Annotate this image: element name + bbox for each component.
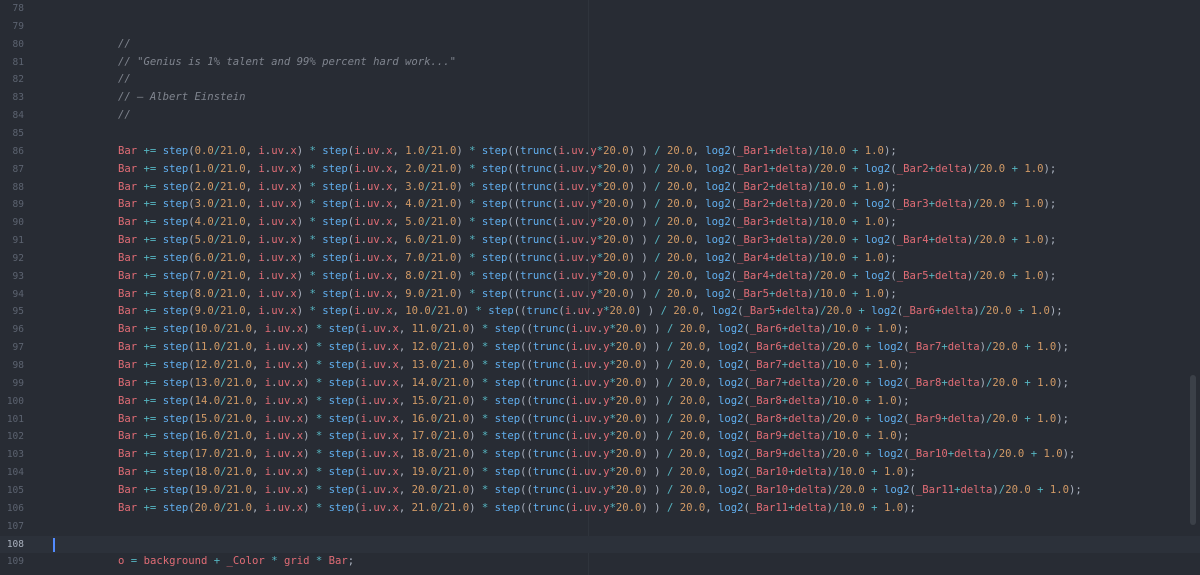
code-text: Bar += step(2.0/21.0, i.uv.x) * step(i.u… xyxy=(118,180,897,193)
code-text: Bar += step(16.0/21.0, i.uv.x) * step(i.… xyxy=(118,430,910,443)
code-line[interactable]: 98 Bar += step(12.0/21.0, i.uv.x) * step(… xyxy=(0,357,1200,375)
code-line[interactable]: 83 // — Albert Einstein xyxy=(0,89,1200,107)
line-number: 88 xyxy=(12,181,24,193)
code-line[interactable]: 95 Bar += step(9.0/21.0, i.uv.x) * step(i… xyxy=(0,303,1200,321)
code-text: Bar += step(13.0/21.0, i.uv.x) * step(i.… xyxy=(118,376,1069,389)
code-line[interactable]: 103 Bar += step(17.0/21.0, i.uv.x) * step… xyxy=(0,446,1200,464)
line-number: 80 xyxy=(12,38,24,50)
code-line[interactable]: 86 Bar += step(0.0/21.0, i.uv.x) * step(i… xyxy=(0,143,1200,161)
line-number: 100 xyxy=(6,395,24,407)
line-number: 91 xyxy=(12,235,24,247)
code-line[interactable]: 91 Bar += step(5.0/21.0, i.uv.x) * step(i… xyxy=(0,232,1200,250)
code-line[interactable]: 78 xyxy=(0,0,1200,18)
code-line[interactable]: 106 Bar += step(20.0/21.0, i.uv.x) * step… xyxy=(0,500,1200,518)
code-text: Bar += step(8.0/21.0, i.uv.x) * step(i.u… xyxy=(118,287,897,300)
line-number: 97 xyxy=(12,342,24,354)
code-line[interactable]: 101 Bar += step(15.0/21.0, i.uv.x) * step… xyxy=(0,411,1200,429)
line-number: 96 xyxy=(12,324,24,336)
line-number: 108 xyxy=(6,538,24,550)
code-text: Bar += step(1.0/21.0, i.uv.x) * step(i.u… xyxy=(118,162,1057,175)
line-number: 90 xyxy=(12,217,24,229)
code-line[interactable]: 94 Bar += step(8.0/21.0, i.uv.x) * step(i… xyxy=(0,286,1200,304)
line-number: 106 xyxy=(6,502,24,514)
line-number: 103 xyxy=(6,449,24,461)
code-text: Bar += step(0.0/21.0, i.uv.x) * step(i.u… xyxy=(118,144,897,157)
line-number: 84 xyxy=(12,110,24,122)
code-line[interactable]: 99 Bar += step(13.0/21.0, i.uv.x) * step(… xyxy=(0,375,1200,393)
line-number: 85 xyxy=(12,127,24,139)
code-text: Bar += step(9.0/21.0, i.uv.x) * step(i.u… xyxy=(118,305,1063,318)
text-cursor xyxy=(53,537,55,552)
code-line[interactable]: 79 xyxy=(0,18,1200,36)
code-text: Bar += step(15.0/21.0, i.uv.x) * step(i.… xyxy=(118,412,1069,425)
code-text: Bar += step(17.0/21.0, i.uv.x) * step(i.… xyxy=(118,448,1076,461)
line-number: 101 xyxy=(6,413,24,425)
line-number: 87 xyxy=(12,163,24,175)
code-text: Bar += step(5.0/21.0, i.uv.x) * step(i.u… xyxy=(118,234,1057,247)
code-text: Bar += step(4.0/21.0, i.uv.x) * step(i.u… xyxy=(118,216,897,229)
line-number: 79 xyxy=(12,20,24,32)
line-number: 107 xyxy=(6,520,24,532)
line-number: 102 xyxy=(6,431,24,443)
code-text: Bar += step(19.0/21.0, i.uv.x) * step(i.… xyxy=(118,483,1082,496)
code-editor[interactable]: 78 79 80 // 81 // "Genius is 1% talent and 99… xyxy=(0,0,1200,575)
line-number: 83 xyxy=(12,92,24,104)
line-number: 94 xyxy=(12,288,24,300)
line-number: 81 xyxy=(12,56,24,68)
code-line[interactable]: 92 Bar += step(6.0/21.0, i.uv.x) * step(i… xyxy=(0,250,1200,268)
line-number: 104 xyxy=(6,467,24,479)
code-text: // xyxy=(118,109,131,122)
line-number: 93 xyxy=(12,270,24,282)
code-text: Bar += step(11.0/21.0, i.uv.x) * step(i.… xyxy=(118,341,1069,354)
code-text: Bar += step(20.0/21.0, i.uv.x) * step(i.… xyxy=(118,501,916,514)
code-text: Bar += step(14.0/21.0, i.uv.x) * step(i.… xyxy=(118,394,910,407)
line-number: 105 xyxy=(6,484,24,496)
code-text: Bar += step(10.0/21.0, i.uv.x) * step(i.… xyxy=(118,323,910,336)
code-text: // — Albert Einstein xyxy=(118,91,246,104)
code-line[interactable]: 104 Bar += step(18.0/21.0, i.uv.x) * step… xyxy=(0,464,1200,482)
code-text: Bar += step(7.0/21.0, i.uv.x) * step(i.u… xyxy=(118,269,1057,282)
line-number: 78 xyxy=(12,3,24,14)
code-line[interactable]: 100 Bar += step(14.0/21.0, i.uv.x) * step… xyxy=(0,393,1200,411)
code-line[interactable]: 87 Bar += step(1.0/21.0, i.uv.x) * step(i… xyxy=(0,161,1200,179)
code-line[interactable]: 82 // xyxy=(0,71,1200,89)
code-line[interactable]: 109 o = background + _Color * grid * Bar; xyxy=(0,553,1200,571)
code-line[interactable]: 85 xyxy=(0,125,1200,143)
code-line[interactable]: 105 Bar += step(19.0/21.0, i.uv.x) * step… xyxy=(0,482,1200,500)
code-line[interactable]: 107 xyxy=(0,518,1200,536)
line-number: 86 xyxy=(12,145,24,157)
code-text: Bar += step(18.0/21.0, i.uv.x) * step(i.… xyxy=(118,466,916,479)
code-text: Bar += step(3.0/21.0, i.uv.x) * step(i.u… xyxy=(118,198,1057,211)
code-line[interactable]: 84 // xyxy=(0,107,1200,125)
code-line[interactable]: 88 Bar += step(2.0/21.0, i.uv.x) * step(i… xyxy=(0,179,1200,197)
code-line[interactable]: 81 // "Genius is 1% talent and 99% percen… xyxy=(0,54,1200,72)
code-text: Bar += step(12.0/21.0, i.uv.x) * step(i.… xyxy=(118,359,910,371)
code-text: // "Genius is 1% talent and 99% percent … xyxy=(118,55,457,68)
code-line[interactable]: 89 Bar += step(3.0/21.0, i.uv.x) * step(i… xyxy=(0,196,1200,214)
code-text: // xyxy=(118,37,131,50)
code-text: o = background + _Color * grid * Bar; xyxy=(118,555,355,568)
line-number: 82 xyxy=(12,74,24,86)
line-number: 89 xyxy=(12,199,24,211)
line-number: 109 xyxy=(6,556,24,568)
code-text: Bar += step(6.0/21.0, i.uv.x) * step(i.u… xyxy=(118,251,897,264)
line-number: 98 xyxy=(12,360,24,371)
vertical-scrollbar[interactable] xyxy=(1190,375,1196,525)
line-number: 92 xyxy=(12,252,24,264)
code-line[interactable]: 97 Bar += step(11.0/21.0, i.uv.x) * step(… xyxy=(0,339,1200,357)
code-line[interactable]: 93 Bar += step(7.0/21.0, i.uv.x) * step(i… xyxy=(0,268,1200,286)
line-number: 95 xyxy=(12,306,24,318)
line-number: 99 xyxy=(12,377,24,389)
code-line[interactable]: 90 Bar += step(4.0/21.0, i.uv.x) * step(i… xyxy=(0,214,1200,232)
code-line[interactable]: 102 Bar += step(16.0/21.0, i.uv.x) * step… xyxy=(0,428,1200,446)
code-line[interactable]: 108 xyxy=(0,535,1200,554)
code-line[interactable]: 96 Bar += step(10.0/21.0, i.uv.x) * step(… xyxy=(0,321,1200,339)
code-line[interactable]: 80 // xyxy=(0,36,1200,54)
code-text: // xyxy=(118,73,131,86)
